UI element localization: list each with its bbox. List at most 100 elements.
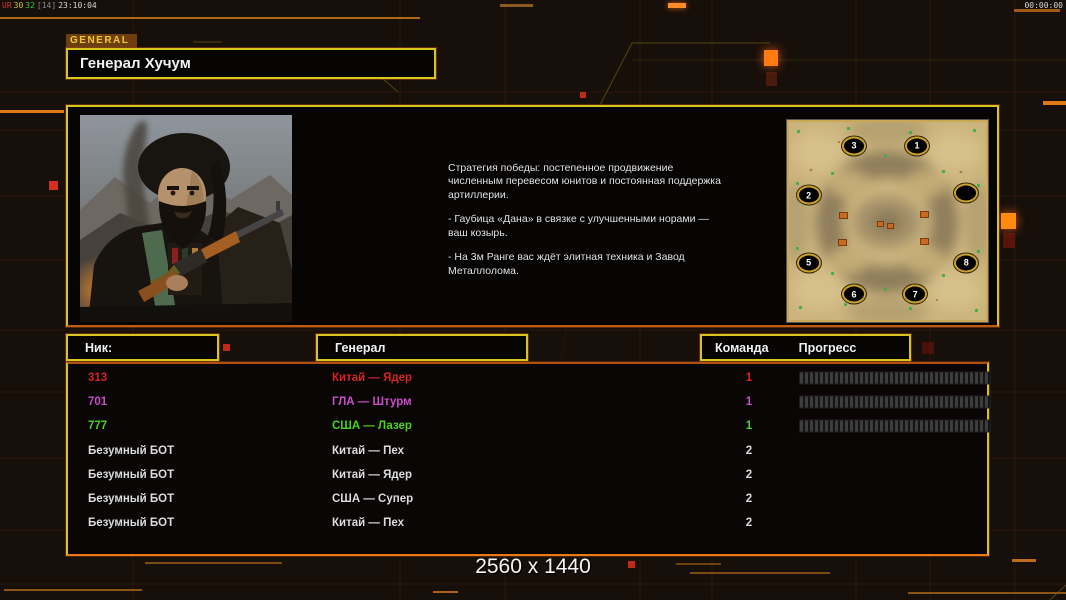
map-supply-marker xyxy=(920,211,929,218)
map-start-spot[interactable] xyxy=(954,184,978,203)
map-tree-dot xyxy=(977,250,980,253)
player-row: Безумный БОТ США — Супер 2 xyxy=(68,487,987,511)
decor-glow-square xyxy=(764,50,778,66)
decor-dash xyxy=(433,591,458,593)
loading-screen: UR3032[14]23:10:04 00:00:00 GENERAL Гене… xyxy=(0,0,1066,600)
decor-glow-square xyxy=(1001,213,1016,229)
debug-segment: [14] xyxy=(37,1,56,10)
map-tree-dot xyxy=(942,274,945,277)
decor-glow-square xyxy=(1003,233,1015,248)
players-panel: 313 Китай — Ядер 1 701 ГЛА — Штурм 1 777… xyxy=(66,362,989,556)
general-tab-label: GENERAL xyxy=(66,34,137,49)
debug-segment: 30 xyxy=(14,1,24,10)
player-nick: Безумный БОТ xyxy=(88,517,174,529)
map-supply-marker xyxy=(877,221,884,227)
decor-dash xyxy=(908,592,1066,594)
player-general: США — Лазер xyxy=(332,420,412,432)
map-start-spot[interactable]: 5 xyxy=(797,253,821,272)
map-supply-marker xyxy=(839,212,848,219)
header-team-label: Команда xyxy=(702,341,769,355)
map-preview: 3 1 2 5 8 6 7 xyxy=(787,120,988,322)
general-title-box: Генерал Хучум xyxy=(66,48,436,79)
map-start-spot[interactable]: 2 xyxy=(797,186,821,205)
map-start-spot[interactable]: 8 xyxy=(954,253,978,272)
strategy-briefing: Стратегия победы: постепенное продвижени… xyxy=(448,162,726,289)
player-row: Безумный БОТ Китай — Пех 2 xyxy=(68,511,987,535)
decor-red-square xyxy=(580,92,586,98)
player-team: 2 xyxy=(734,445,764,457)
map-start-spot[interactable]: 6 xyxy=(842,285,866,304)
decor-dash xyxy=(1043,101,1066,105)
map-start-spot[interactable]: 1 xyxy=(905,136,929,155)
debug-segment: UR xyxy=(2,1,12,10)
player-row: 313 Китай — Ядер 1 xyxy=(68,366,987,390)
load-progress-bar xyxy=(799,372,991,385)
header-nick-label: Ник: xyxy=(68,341,112,355)
map-tree-dot xyxy=(797,130,800,133)
player-team: 2 xyxy=(734,493,764,505)
header-nick: Ник: xyxy=(66,334,219,361)
briefing-paragraph: - Гаубица «Дана» в связке с улучшенными … xyxy=(448,213,726,240)
general-portrait xyxy=(80,115,292,322)
map-tree-dot xyxy=(942,170,945,173)
map-start-spot[interactable]: 3 xyxy=(842,136,866,155)
player-team: 2 xyxy=(734,469,764,481)
header-general-label: Генерал xyxy=(318,341,385,355)
player-row: Безумный БОТ Китай — Пех 2 xyxy=(68,439,987,463)
map-supply-marker xyxy=(887,223,894,229)
debug-segment: 32 xyxy=(25,1,35,10)
briefing-paragraph: - На 3м Ранге вас ждёт элитная техника и… xyxy=(448,251,726,278)
match-timer: 00:00:00 xyxy=(1024,1,1063,10)
player-team: 1 xyxy=(734,372,764,384)
player-nick: Безумный БОТ xyxy=(88,445,174,457)
map-tree-dot xyxy=(884,154,887,157)
map-tree-dot xyxy=(831,172,834,175)
load-progress-bar xyxy=(799,420,991,433)
player-row: Безумный БОТ Китай — Ядер 2 xyxy=(68,463,987,487)
debug-overlay: UR3032[14]23:10:04 xyxy=(2,1,99,10)
resolution-label: 2560 x 1440 xyxy=(0,555,1066,579)
player-team: 1 xyxy=(734,420,764,432)
decor-dash xyxy=(0,110,64,113)
player-nick: 313 xyxy=(88,372,107,384)
player-nick: 701 xyxy=(88,396,107,408)
map-tree-dot xyxy=(799,306,802,309)
map-tree-dot xyxy=(844,303,847,306)
decor-dash xyxy=(500,4,533,7)
map-tree-dot xyxy=(796,247,799,250)
player-general: США — Супер xyxy=(332,493,413,505)
map-tree-dot xyxy=(977,184,980,187)
header-team-progress: Команда Прогресс xyxy=(700,334,911,361)
decor-dash xyxy=(4,589,142,591)
player-team: 1 xyxy=(734,396,764,408)
player-team: 2 xyxy=(734,517,764,529)
player-nick: Безумный БОТ xyxy=(88,493,174,505)
player-general: ГЛА — Штурм xyxy=(332,396,412,408)
decor-red-square xyxy=(922,342,934,354)
decor-red-square xyxy=(49,181,58,190)
general-name: Генерал Хучум xyxy=(68,55,191,72)
map-tree-dot xyxy=(973,129,976,132)
debug-segment: 23:10:04 xyxy=(58,1,97,10)
load-progress-bar xyxy=(799,396,991,409)
player-nick: Безумный БОТ xyxy=(88,469,174,481)
map-tree-dot xyxy=(831,272,834,275)
map-tree-dot xyxy=(847,127,850,130)
map-start-spot[interactable]: 7 xyxy=(903,285,927,304)
map-supply-marker xyxy=(920,238,929,245)
map-tree-dot xyxy=(975,309,978,312)
player-row: 701 ГЛА — Штурм 1 xyxy=(68,390,987,414)
decor-glow-square xyxy=(766,72,777,86)
player-general: Китай — Ядер xyxy=(332,469,412,481)
map-tree-dot xyxy=(884,288,887,291)
player-row: 777 США — Лазер 1 xyxy=(68,414,987,438)
player-general: Китай — Пех xyxy=(332,445,404,457)
decor-dash xyxy=(0,17,420,19)
map-tree-dot xyxy=(796,182,799,185)
map-tree-dot xyxy=(909,307,912,310)
player-nick: 777 xyxy=(88,420,107,432)
general-info-panel: Стратегия победы: постепенное продвижени… xyxy=(66,105,999,327)
header-general: Генерал xyxy=(316,334,528,361)
header-progress-label: Прогресс xyxy=(769,341,857,355)
map-tree-dot xyxy=(909,131,912,134)
